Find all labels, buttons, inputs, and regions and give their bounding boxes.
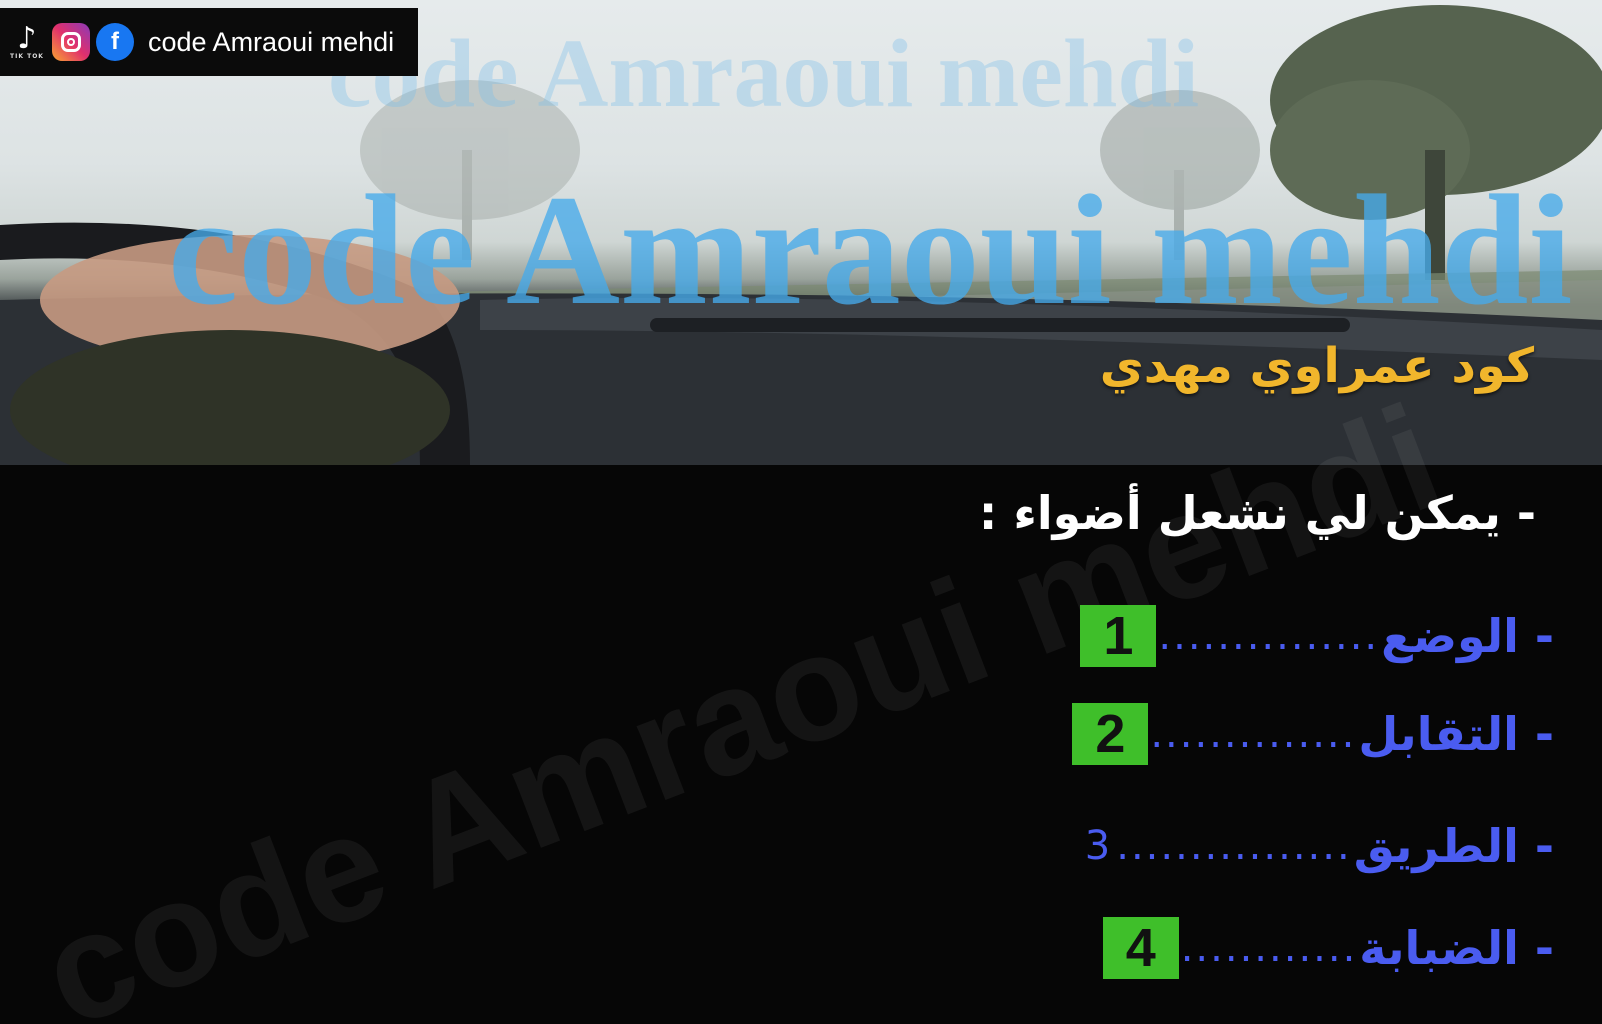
option-label: - الطريق	[1353, 819, 1554, 873]
instagram-icon[interactable]	[52, 23, 90, 61]
tiktok-icon-label: TIK TOK	[10, 53, 44, 60]
option-label: - الضبابة	[1359, 921, 1554, 975]
social-handle: code Amraoui mehdi	[148, 26, 395, 57]
option-dots: ................	[1116, 823, 1352, 869]
option-row-2: - التقابل .............. 2	[1072, 694, 1554, 774]
social-bar: ♪ TIK TOK f code Amraoui mehdi	[0, 8, 418, 76]
facebook-icon[interactable]: f	[96, 23, 134, 61]
option-row-3: - الطريق ................ 3	[1085, 806, 1554, 886]
option-row-4: - الضبابة ............ 4	[1102, 908, 1554, 988]
answer-box: 1	[1080, 605, 1157, 667]
option-label: - التقابل	[1358, 707, 1554, 761]
question-text: - يمكن لي نشعل أضواء :	[978, 486, 1536, 540]
watermark-top: code Amraoui mehdi	[328, 20, 1200, 128]
option-row-1: - الوضع ............... 1	[1080, 596, 1554, 676]
tiktok-icon[interactable]: ♪ TIK TOK	[8, 23, 46, 61]
brand-arabic-title: كود عمراوي مهدي	[1099, 338, 1534, 394]
option-dots: ............	[1180, 925, 1358, 971]
watermark-large: code Amraoui mehdi	[168, 163, 1573, 338]
video-frame: code Amraoui mehdi code Amraoui mehdi كو…	[0, 0, 1602, 1024]
option-dots: ..............	[1150, 711, 1357, 757]
option-label: - الوضع	[1381, 609, 1554, 663]
answer-box: 4	[1102, 917, 1179, 979]
answer-box: 2	[1072, 703, 1149, 765]
option-dots: ...............	[1158, 613, 1380, 659]
answer-number: 3	[1084, 823, 1111, 869]
